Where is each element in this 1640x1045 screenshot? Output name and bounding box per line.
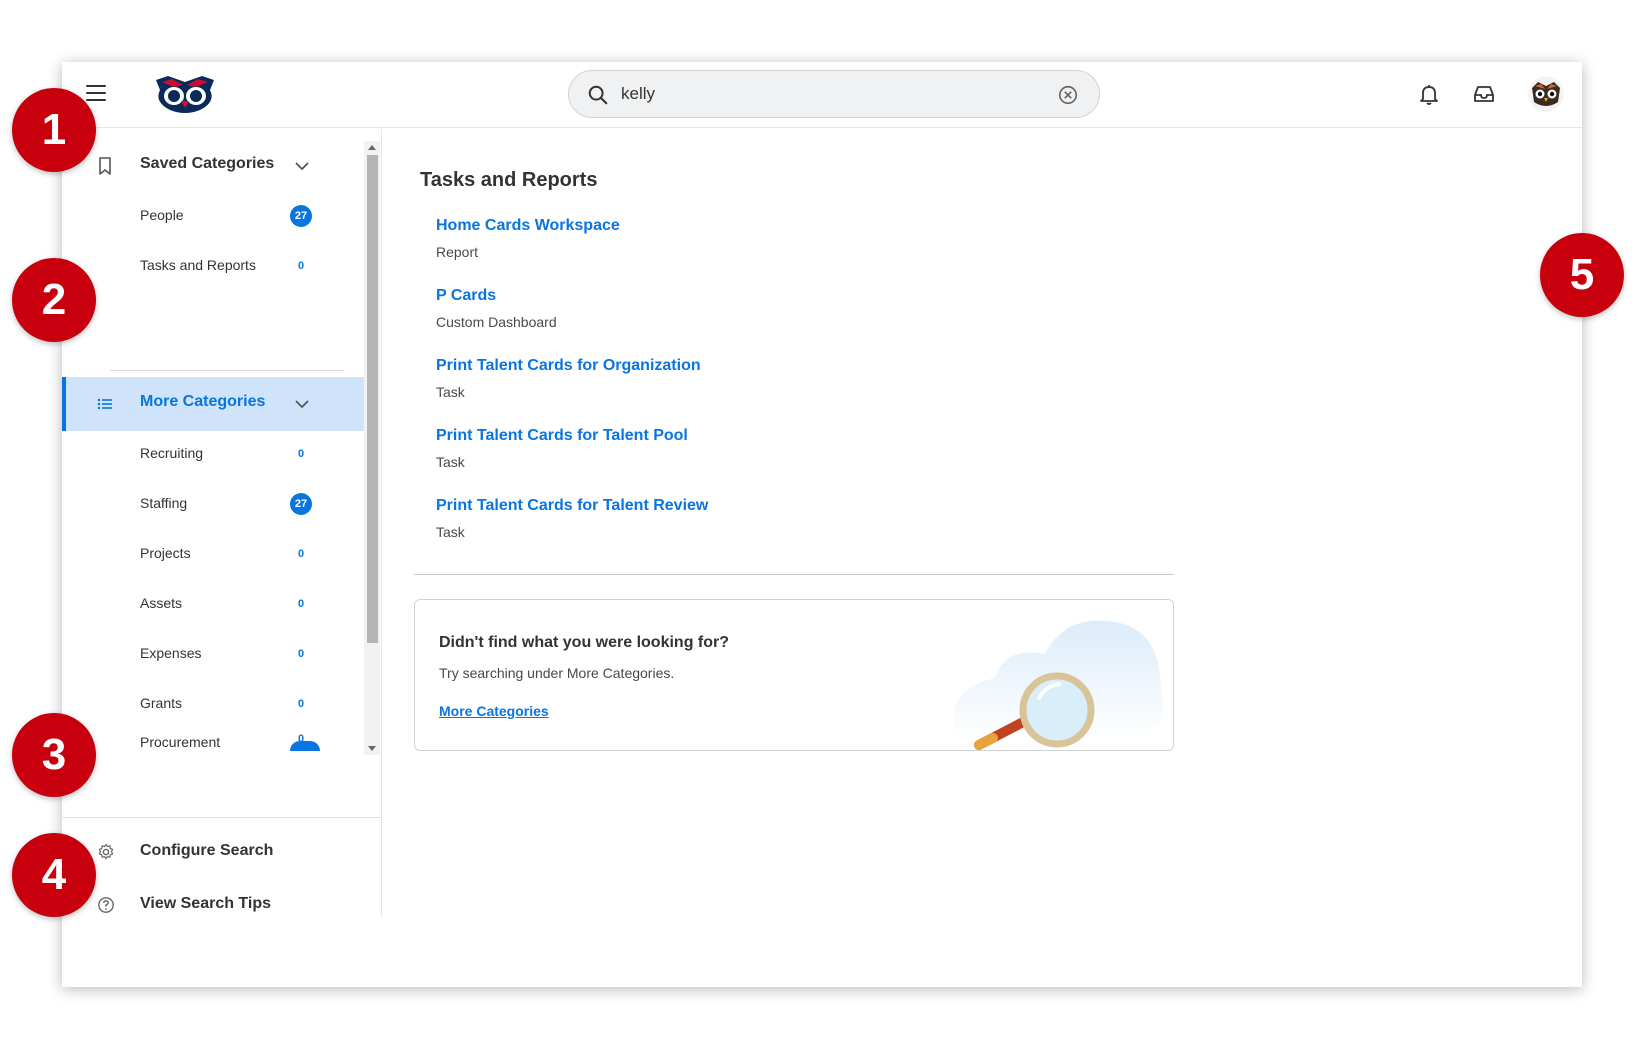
card-title: Didn't find what you were looking for? bbox=[439, 634, 730, 651]
sidebar-item-procurement[interactable]: Procurement 0 bbox=[62, 734, 364, 756]
result-link[interactable]: Print Talent Cards for Talent Review bbox=[436, 497, 1136, 515]
divider bbox=[110, 370, 344, 371]
result-type: Task bbox=[436, 524, 465, 540]
sidebar-item-people[interactable]: People 27 bbox=[62, 196, 364, 236]
sidebar-item-projects[interactable]: Projects 0 bbox=[62, 534, 364, 574]
result-link[interactable]: P Cards bbox=[436, 287, 1136, 305]
more-categories-header[interactable]: More Categories bbox=[62, 377, 364, 431]
chevron-down-icon[interactable] bbox=[293, 157, 311, 175]
search-input[interactable] bbox=[621, 79, 1041, 109]
more-categories-label: More Categories bbox=[140, 393, 266, 410]
callout-marker-3: 3 bbox=[12, 713, 96, 797]
top-bar bbox=[62, 62, 1582, 128]
menu-icon[interactable] bbox=[86, 85, 106, 103]
section-title: Tasks and Reports bbox=[420, 169, 598, 191]
magnifier-illustration bbox=[953, 620, 1164, 750]
bell-icon[interactable] bbox=[1417, 82, 1441, 106]
result-type: Custom Dashboard bbox=[436, 314, 557, 330]
result-item: Print Talent Cards for Talent Review Tas… bbox=[436, 497, 1136, 540]
divider bbox=[62, 817, 382, 818]
result-item: Home Cards Workspace Report bbox=[436, 217, 1136, 260]
app-window: Saved Categories People 27 Tasks and Rep… bbox=[62, 62, 1582, 987]
result-type: Task bbox=[436, 454, 465, 470]
sidebar-item-assets[interactable]: Assets 0 bbox=[62, 584, 364, 624]
view-search-tips-label: View Search Tips bbox=[140, 895, 272, 912]
result-item: Print Talent Cards for Organization Task bbox=[436, 357, 1136, 400]
callout-marker-4: 4 bbox=[12, 833, 96, 917]
list-clip bbox=[62, 755, 364, 765]
card-subtitle: Try searching under More Categories. bbox=[439, 665, 675, 681]
callout-marker-2: 2 bbox=[12, 258, 96, 342]
chevron-down-icon[interactable] bbox=[293, 395, 311, 413]
category-sidebar: Saved Categories People 27 Tasks and Rep… bbox=[62, 129, 382, 917]
saved-categories-label: Saved Categories bbox=[140, 155, 275, 172]
count-badge: 0 bbox=[297, 598, 305, 610]
count-badge: 0 bbox=[297, 260, 305, 272]
count-badge: 0 bbox=[297, 548, 305, 560]
sidebar-item-expenses[interactable]: Expenses 0 bbox=[62, 634, 364, 674]
divider bbox=[414, 574, 1174, 575]
count-badge bbox=[290, 741, 320, 751]
sidebar-item-tasks-and-reports[interactable]: Tasks and Reports 0 bbox=[62, 246, 364, 286]
result-link[interactable]: Print Talent Cards for Organization bbox=[436, 357, 1136, 375]
list-icon bbox=[97, 398, 112, 410]
help-icon bbox=[98, 897, 114, 913]
count-badge: 0 bbox=[297, 448, 305, 460]
result-type: Report bbox=[436, 244, 479, 260]
callout-marker-1: 1 bbox=[12, 88, 96, 172]
result-item: P Cards Custom Dashboard bbox=[436, 287, 1136, 330]
results-panel: Tasks and Reports Home Cards Workspace R… bbox=[414, 129, 1194, 949]
owl-logo[interactable] bbox=[150, 72, 220, 116]
count-badge: 27 bbox=[290, 205, 312, 227]
result-item: Print Talent Cards for Talent Pool Task bbox=[436, 427, 1136, 470]
scroll-down-icon[interactable] bbox=[368, 746, 376, 751]
search-icon bbox=[588, 85, 608, 105]
count-badge: 27 bbox=[290, 493, 312, 515]
result-link[interactable]: Home Cards Workspace bbox=[436, 217, 1136, 235]
configure-search-link[interactable]: Configure Search bbox=[62, 830, 382, 874]
count-badge: 0 bbox=[297, 698, 305, 710]
saved-categories-header[interactable]: Saved Categories bbox=[62, 139, 364, 193]
not-found-card: Didn't find what you were looking for? T… bbox=[414, 599, 1174, 751]
more-categories-link[interactable]: More Categories bbox=[439, 703, 549, 719]
callout-marker-5: 5 bbox=[1540, 233, 1624, 317]
result-link[interactable]: Print Talent Cards for Talent Pool bbox=[436, 427, 1136, 445]
inbox-icon[interactable] bbox=[1472, 82, 1496, 106]
sidebar-item-staffing[interactable]: Staffing 27 bbox=[62, 484, 364, 524]
result-type: Task bbox=[436, 384, 465, 400]
clear-icon[interactable] bbox=[1057, 84, 1079, 106]
search-bar bbox=[568, 70, 1100, 118]
configure-search-label: Configure Search bbox=[140, 842, 274, 859]
scrollbar-thumb[interactable] bbox=[367, 155, 378, 643]
avatar[interactable] bbox=[1528, 76, 1564, 112]
view-search-tips-link[interactable]: View Search Tips bbox=[62, 883, 382, 927]
gear-icon bbox=[98, 843, 114, 860]
bookmark-icon bbox=[99, 157, 111, 175]
sidebar-item-recruiting[interactable]: Recruiting 0 bbox=[62, 434, 364, 474]
scroll-up-icon[interactable] bbox=[368, 145, 376, 150]
count-badge: 0 bbox=[297, 648, 305, 660]
sidebar-item-grants[interactable]: Grants 0 bbox=[62, 684, 364, 724]
